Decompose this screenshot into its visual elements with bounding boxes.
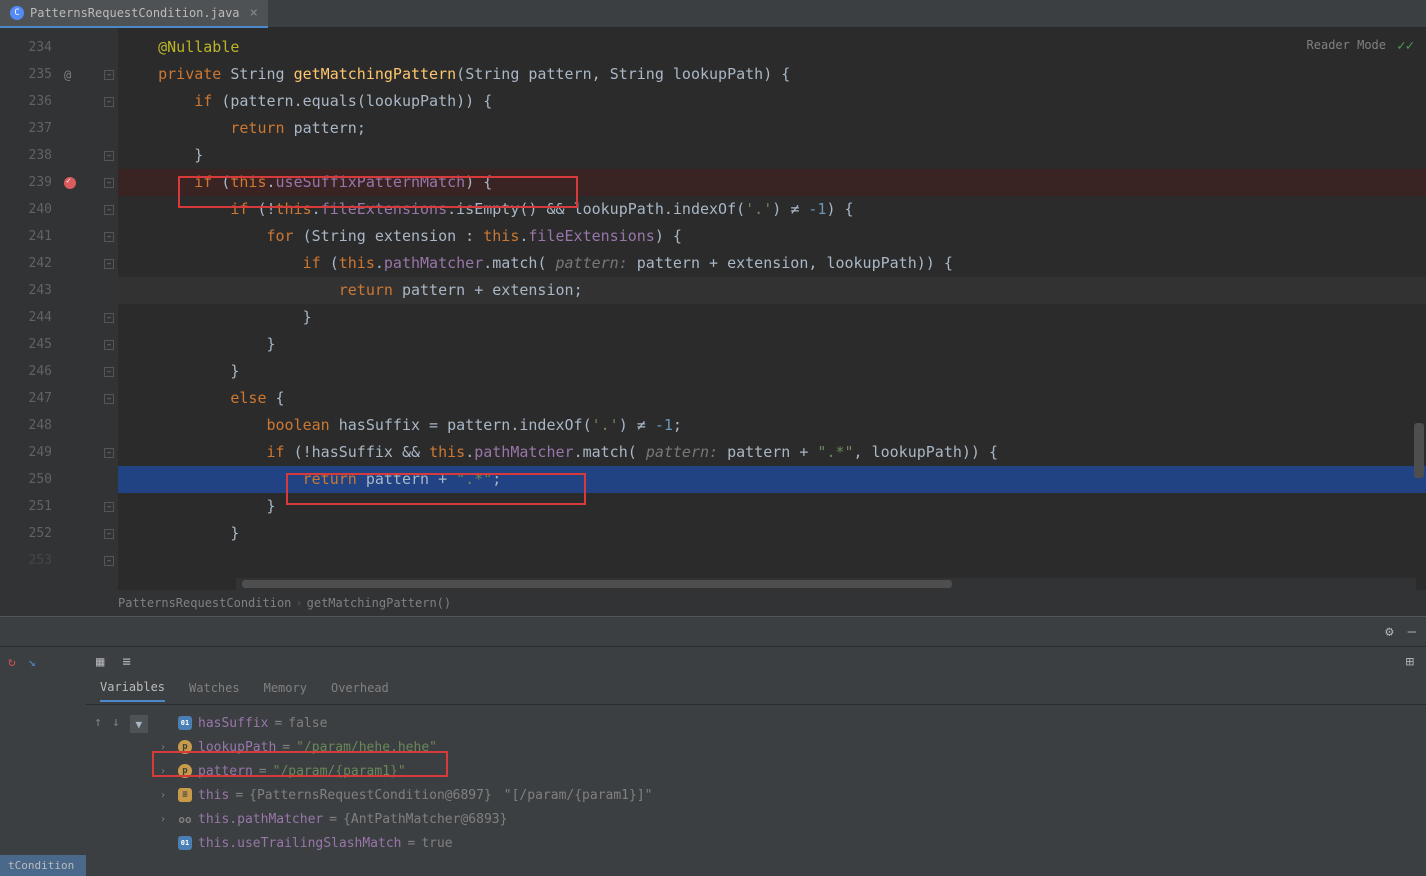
fold-icon[interactable]: − [104,205,114,215]
up-icon[interactable]: ↑ [94,715,102,733]
primitive-icon: 01 [178,716,192,730]
vertical-scrollbar[interactable] [1414,423,1424,478]
file-tab[interactable]: C PatternsRequestCondition.java × [0,0,268,28]
debug-toolbar: ▦ ≡ ⊞ [86,647,1426,677]
fold-icon[interactable]: − [104,232,114,242]
breakpoint-icon[interactable] [64,177,76,189]
tab-variables[interactable]: Variables [100,680,165,702]
debug-tabs: Variables Watches Memory Overhead [86,677,1426,705]
variable-row[interactable]: › p lookupPath = "/param/hehe.hehe" [156,735,1426,759]
horizontal-scrollbar-track [236,578,1416,590]
gutter: 234 235 236 237 238 239 240 241 242 243 … [0,28,118,590]
rerun-icon[interactable]: ↻ [8,655,16,670]
tab-filename: PatternsRequestCondition.java [30,6,240,20]
fold-icon[interactable]: − [104,178,114,188]
watch-icon[interactable]: ≡ [122,654,130,670]
variable-row[interactable]: › p pattern = "/param/{param1}" [156,759,1426,783]
horizontal-scrollbar[interactable] [242,580,952,588]
fold-icon[interactable]: − [104,394,114,404]
fold-icon[interactable]: − [104,340,114,350]
editor: 234 235 236 237 238 239 240 241 242 243 … [0,28,1426,590]
editor-tab-bar: C PatternsRequestCondition.java × [0,0,1426,28]
step-icon[interactable]: ↘ [28,655,36,670]
filter-icon[interactable]: ▼ [130,715,148,733]
fold-icon[interactable]: − [104,313,114,323]
fold-icon[interactable]: − [104,367,114,377]
breadcrumb: PatternsRequestCondition › getMatchingPa… [0,590,1426,616]
variables-list: 01 hasSuffix = false › p lookupPath = "/… [156,711,1426,876]
breadcrumb-class[interactable]: PatternsRequestCondition [118,596,291,610]
param-icon: p [178,740,192,754]
gear-icon[interactable]: ⚙ [1385,624,1393,640]
fold-icon[interactable]: − [104,259,114,269]
breadcrumb-method[interactable]: getMatchingPattern() [307,596,452,610]
minimize-icon[interactable]: — [1408,624,1416,640]
debug-frames-panel: ↻ ↘ tCondition [0,647,86,876]
variable-row[interactable]: › oo this.pathMatcher = {AntPathMatcher@… [156,807,1426,831]
reader-mode-link[interactable]: Reader Mode [1307,38,1386,52]
variable-row[interactable]: › ≡ this = {PatternsRequestCondition@689… [156,783,1426,807]
close-icon[interactable]: × [250,5,258,21]
param-icon: p [178,764,192,778]
inspection-ok-icon[interactable]: ✓✓ [1397,38,1414,54]
override-icon[interactable]: @ [64,68,71,82]
margin: @ − − − − − − − − − − − − − − − [60,28,118,590]
fold-icon[interactable]: − [104,70,114,80]
fold-icon[interactable]: − [104,151,114,161]
debug-panel-header: ⚙ — [0,617,1426,647]
fold-icon[interactable]: − [104,448,114,458]
fold-icon[interactable]: − [104,97,114,107]
layout-icon[interactable]: ⊞ [1406,654,1414,670]
debug-panel: ⚙ — ↻ ↘ tCondition ▦ ≡ ⊞ Variables Watch… [0,616,1426,876]
tab-memory[interactable]: Memory [264,681,307,701]
watch-icon: oo [178,812,192,826]
object-icon: ≡ [178,788,192,802]
line-numbers: 234 235 236 237 238 239 240 241 242 243 … [0,28,60,590]
frame-item[interactable]: tCondition [0,855,86,876]
down-icon[interactable]: ↓ [112,715,120,733]
tab-watches[interactable]: Watches [189,681,240,701]
fold-icon[interactable]: − [104,502,114,512]
variable-row[interactable]: 01 hasSuffix = false [156,711,1426,735]
tab-overhead[interactable]: Overhead [331,681,389,701]
primitive-icon: 01 [178,836,192,850]
variable-row[interactable]: 01 this.useTrailingSlashMatch = true [156,831,1426,855]
fold-icon[interactable]: − [104,529,114,539]
vars-toolbar: ↑ ↓ ▼ [86,711,156,876]
fold-icon[interactable]: − [104,556,114,566]
java-class-icon: C [10,6,24,20]
code[interactable]: @Nullable private String getMatchingPatt… [118,28,1426,590]
calculator-icon[interactable]: ▦ [96,654,104,670]
